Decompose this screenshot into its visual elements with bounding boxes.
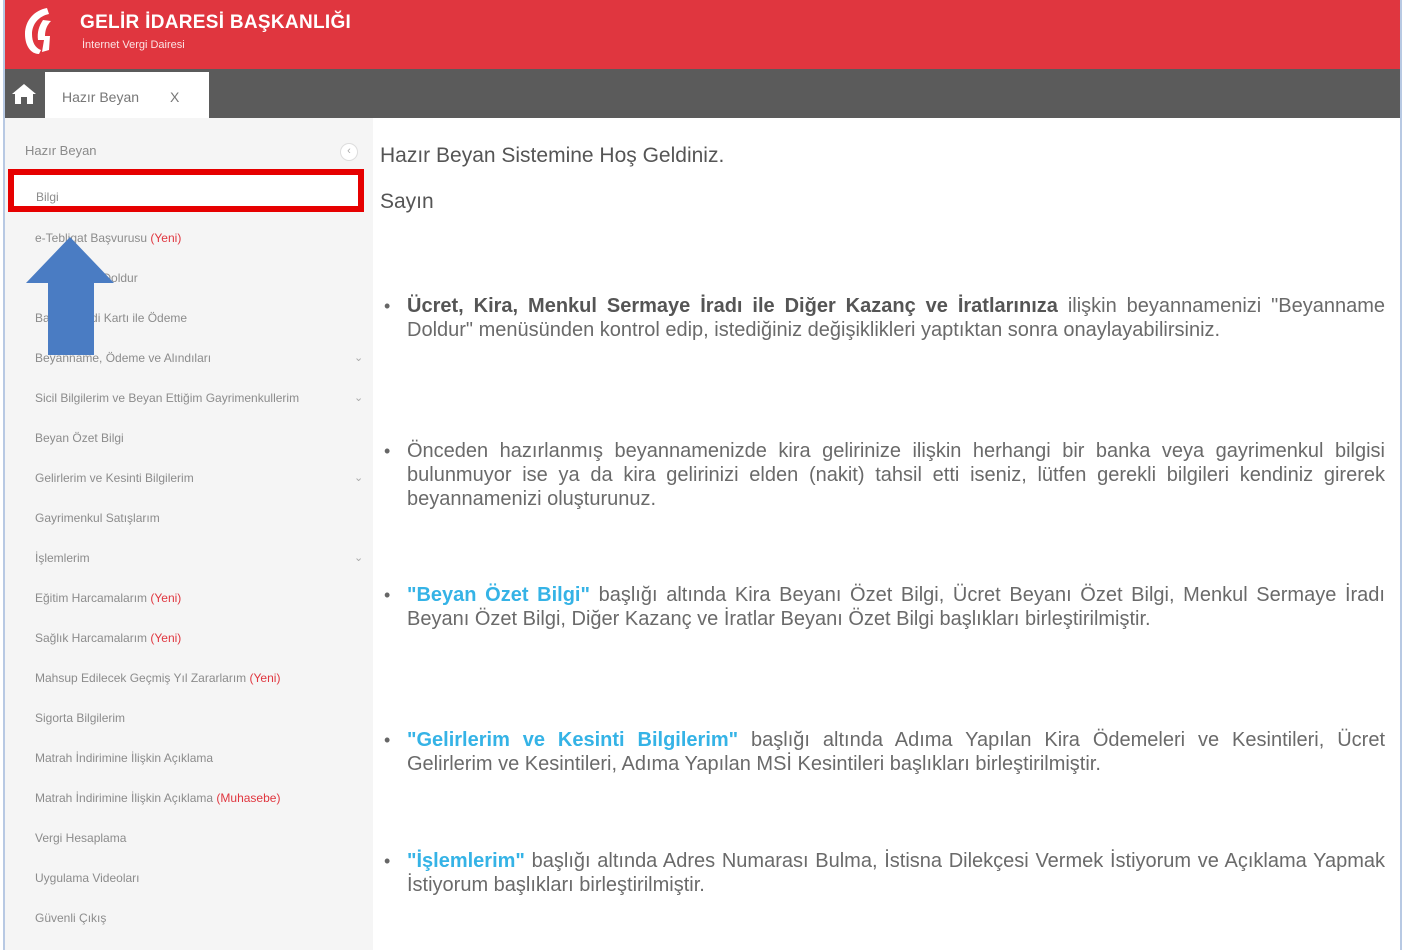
islemlerim-link[interactable]: "İşlemlerim"	[407, 850, 525, 872]
info-paragraph-3: "Beyan Özet Bilgi" başlığı altında Kira …	[407, 583, 1385, 631]
welcome-heading: Hazır Beyan Sistemine Hoş Geldiniz.	[380, 144, 725, 167]
greeting-text: Sayın	[380, 190, 434, 213]
bullet-icon: •	[384, 851, 391, 871]
new-badge: (Yeni)	[249, 671, 281, 685]
sidebar-item-label: Sağlık Harcamalarım	[35, 631, 148, 645]
app-header: GELİR İDARESİ BAŞKANLIĞI İnternet Vergi …	[5, 0, 1400, 69]
sidebar-item-bilgi-highlight[interactable]	[8, 169, 364, 212]
info-paragraph-5: "İşlemlerim" başlığı altında Adres Numar…	[407, 849, 1385, 897]
sidebar-item-saglik-harcamalari[interactable]: Sağlık Harcamalarım (Yeni)	[35, 631, 181, 645]
new-badge: (Yeni)	[150, 231, 182, 245]
home-icon	[12, 83, 36, 104]
sidebar-item-guvenli-cikis[interactable]: Güvenli Çıkış	[35, 911, 106, 925]
sidebar-item-islemlerim[interactable]: İşlemlerim	[35, 551, 90, 565]
sidebar-item-gecmis-yil-zararlari[interactable]: Mahsup Edilecek Geçmiş Yıl Zararlarım (Y…	[35, 671, 280, 685]
new-badge: (Yeni)	[150, 591, 182, 605]
bullet-icon: •	[384, 585, 391, 605]
bullet-icon: •	[384, 296, 391, 316]
sidebar-item-vergi-hesaplama[interactable]: Vergi Hesaplama	[35, 831, 126, 845]
sidebar-item-label: Güvenli Çıkış	[35, 911, 107, 925]
app-subtitle: İnternet Vergi Dairesi	[82, 39, 185, 51]
muhasebe-badge: (Muhasebe)	[216, 791, 281, 805]
sidebar-item-sicil-bilgilerim[interactable]: Sicil Bilgilerim ve Beyan Ettiğim Gayrim…	[35, 391, 299, 405]
sidebar-item-egitim-harcamalari[interactable]: Eğitim Harcamalarım (Yeni)	[35, 591, 181, 605]
sidebar-item-label: Uygulama Videoları	[35, 871, 140, 885]
info-paragraph-4: "Gelirlerim ve Kesinti Bilgilerim" başlı…	[407, 728, 1385, 776]
sidebar-item-label: Vergi Hesaplama	[35, 831, 127, 845]
sidebar-item-label: Beyan Özet Bilgi	[35, 431, 124, 445]
sidebar-item-sigorta-bilgilerim[interactable]: Sigorta Bilgilerim	[35, 711, 125, 725]
sidebar-item-label: İşlemlerim	[35, 551, 90, 565]
new-badge: (Yeni)	[150, 631, 182, 645]
sidebar-item-gayrimenkul-satislari[interactable]: Gayrimenkul Satışlarım	[35, 511, 160, 525]
sidebar-item-label: Gelirlerim ve Kesinti Bilgilerim	[35, 471, 194, 485]
sidebar-item-label: Matrah İndirimine İlişkin Açıklama	[35, 751, 214, 765]
sidebar-item-label: Gayrimenkul Satışlarım	[35, 511, 160, 525]
info-paragraph-2: Önceden hazırlanmış beyannamenizde kira …	[407, 439, 1385, 511]
paragraph-text: başlığı altında Adres Numarası Bulma, İs…	[407, 850, 1385, 896]
sidebar-collapse-icon[interactable]: ‹	[340, 143, 358, 161]
chevron-down-icon[interactable]: ⌄	[354, 471, 363, 484]
beyan-ozet-bilgi-link[interactable]: "Beyan Özet Bilgi"	[407, 584, 590, 606]
paragraph-bold-text: Ücret, Kira, Menkul Sermaye İradı ile Di…	[407, 295, 1058, 317]
tab-bar: Hazır Beyan X	[5, 69, 1400, 118]
sidebar-item-label: Mahsup Edilecek Geçmiş Yıl Zararlarım	[35, 671, 247, 685]
sidebar-item-label: Sigorta Bilgilerim	[35, 711, 126, 725]
bullet-icon: •	[384, 441, 391, 461]
tab-label: Hazır Beyan	[62, 89, 140, 105]
sidebar-heading: Hazır Beyan	[25, 143, 97, 158]
paragraph-text: Önceden hazırlanmış beyannamenizde kira …	[407, 440, 1385, 510]
sidebar-item-label: Eğitim Harcamalarım	[35, 591, 148, 605]
chevron-down-icon[interactable]: ⌄	[354, 351, 363, 364]
chevron-down-icon[interactable]: ⌄	[354, 391, 363, 404]
gelirlerim-link[interactable]: "Gelirlerim ve Kesinti Bilgilerim"	[407, 729, 738, 751]
sidebar-item-uygulama-videolari[interactable]: Uygulama Videoları	[35, 871, 140, 885]
gib-logo-icon	[25, 8, 51, 54]
sidebar-item-gelirlerim[interactable]: Gelirlerim ve Kesinti Bilgilerim	[35, 471, 194, 485]
sidebar-item-matrah-indirimi-muhasebe[interactable]: Matrah İndirimine İlişkin Açıklama (Muha…	[35, 791, 280, 805]
tab-hazir-beyan[interactable]: Hazır Beyan X	[45, 72, 209, 118]
app-title: GELİR İDARESİ BAŞKANLIĞI	[80, 12, 352, 33]
sidebar-item-beyan-ozet[interactable]: Beyan Özet Bilgi	[35, 431, 124, 445]
sidebar-item-label: Matrah İndirimine İlişkin Açıklama	[35, 791, 214, 805]
sidebar-item-bilgi[interactable]: Bilgi	[36, 190, 59, 204]
sidebar-item-matrah-indirimi[interactable]: Matrah İndirimine İlişkin Açıklama	[35, 751, 213, 765]
chevron-down-icon[interactable]: ⌄	[354, 551, 363, 564]
tab-close-button[interactable]: X	[170, 89, 179, 105]
bullet-icon: •	[384, 730, 391, 750]
up-arrow-annotation-icon	[26, 237, 114, 355]
home-button[interactable]	[5, 69, 43, 118]
sidebar-item-label: Sicil Bilgilerim ve Beyan Ettiğim Gayrim…	[35, 391, 300, 405]
info-paragraph-1: Ücret, Kira, Menkul Sermaye İradı ile Di…	[407, 294, 1385, 342]
